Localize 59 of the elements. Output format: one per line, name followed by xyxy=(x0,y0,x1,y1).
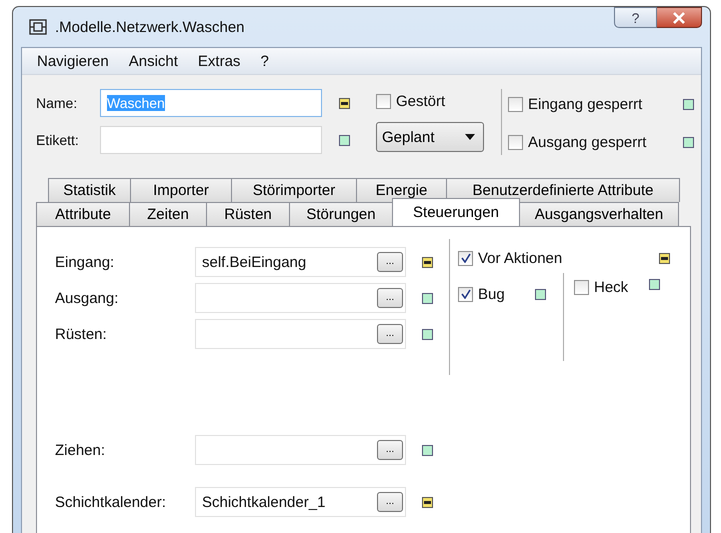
text-field[interactable]: self.BeiEingang ... xyxy=(195,247,406,277)
tab[interactable]: Statistik xyxy=(48,178,131,202)
checkbox[interactable]: Vor Aktionen xyxy=(458,250,562,266)
checkbox[interactable]: Ausgang gesperrt xyxy=(508,134,646,150)
override-indicator-icon[interactable] xyxy=(339,98,350,108)
app-icon xyxy=(29,19,47,35)
tab[interactable]: Importer xyxy=(130,178,232,202)
browse-button[interactable]: ... xyxy=(377,288,403,308)
field-label: Eingang: xyxy=(55,254,116,270)
text-field[interactable]: ... xyxy=(195,319,406,349)
check-icon xyxy=(460,253,470,263)
caret-icon xyxy=(465,134,475,140)
menu-item[interactable]: ? xyxy=(260,52,269,70)
tab[interactable]: Benutzerdefinierte Attribute xyxy=(446,178,680,202)
status-dropdown[interactable]: Geplant xyxy=(376,122,484,152)
inherited-indicator-icon[interactable] xyxy=(649,279,660,290)
field-label: Name: xyxy=(36,95,78,111)
checkbox[interactable]: Heck xyxy=(574,279,628,296)
browse-button[interactable]: ... xyxy=(377,252,403,272)
inherited-indicator-icon[interactable] xyxy=(683,136,694,148)
tab[interactable]: Störimporter xyxy=(231,178,357,202)
text-field[interactable] xyxy=(100,126,322,154)
checkbox[interactable]: Eingang gesperrt xyxy=(508,96,642,112)
text-field[interactable]: Schichtkalender_1 ... xyxy=(195,487,406,517)
field-label: Rüsten: xyxy=(55,326,108,342)
window-title: .Modelle.Netzwerk.Waschen xyxy=(55,18,245,36)
inherited-indicator-icon[interactable] xyxy=(339,134,350,146)
field-label: Etikett: xyxy=(36,132,80,148)
close-icon xyxy=(672,12,686,24)
field-label: Ausgang: xyxy=(55,290,120,306)
browse-button[interactable]: ... xyxy=(377,440,403,460)
tab[interactable]: Zeiten xyxy=(129,202,207,226)
tab[interactable]: Störungen xyxy=(289,202,393,226)
help-button[interactable]: ? xyxy=(614,7,657,28)
tab[interactable]: Steuerungen xyxy=(392,198,520,226)
text-field[interactable]: ... xyxy=(195,283,406,313)
inherited-indicator-icon[interactable] xyxy=(422,444,433,456)
override-indicator-icon[interactable] xyxy=(422,256,433,268)
menu-item[interactable]: Ansicht xyxy=(128,52,178,70)
override-indicator-icon[interactable] xyxy=(659,252,670,264)
inherited-indicator-icon[interactable] xyxy=(535,288,546,300)
text-field[interactable]: ... xyxy=(195,435,406,465)
inherited-indicator-icon[interactable] xyxy=(683,98,694,110)
check-icon xyxy=(460,289,470,299)
tab[interactable]: Attribute xyxy=(36,202,130,226)
close-button[interactable] xyxy=(657,7,702,28)
field-label: Schichtkalender: xyxy=(55,494,167,510)
tab[interactable]: Ausgangsverhalten xyxy=(519,202,679,226)
inherited-indicator-icon[interactable] xyxy=(422,328,433,340)
menu-item[interactable]: Navigieren xyxy=(37,52,109,70)
override-indicator-icon[interactable] xyxy=(422,496,433,508)
browse-button[interactable]: ... xyxy=(377,324,403,344)
field-label: Ziehen: xyxy=(55,442,106,458)
tab[interactable]: Rüsten xyxy=(206,202,290,226)
checkbox[interactable]: Bug xyxy=(458,286,505,302)
menu-item[interactable]: Extras xyxy=(198,52,240,70)
inherited-indicator-icon[interactable] xyxy=(422,292,433,304)
browse-button[interactable]: ... xyxy=(377,492,403,512)
checkbox[interactable]: Gestört xyxy=(376,93,484,110)
